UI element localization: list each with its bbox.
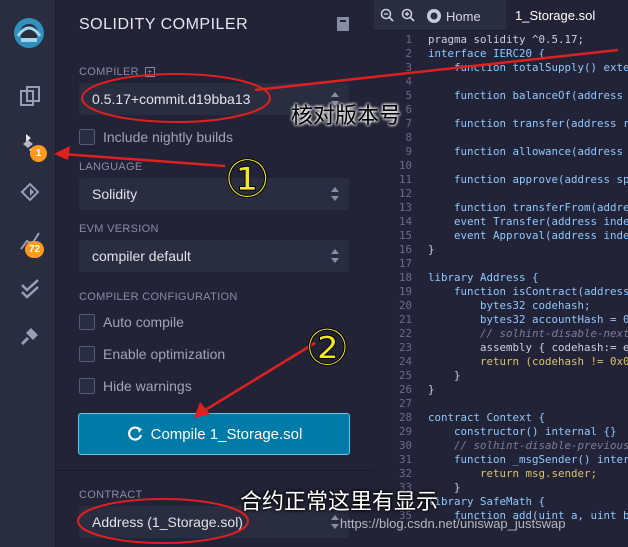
- remix-ide-window: 1 72 SOLIDITY COMPILER COMPILER + 0.5.17…: [0, 0, 628, 547]
- note-contract-shown: 合约正常这里有显示: [240, 490, 439, 515]
- compile-arrow: [201, 341, 316, 414]
- mark-1: ①: [224, 150, 271, 210]
- contract-highlight-ellipse: [77, 498, 249, 544]
- compiler-arrow: [61, 152, 226, 168]
- mark-2: ②: [305, 319, 350, 377]
- annotation-overlay: ① ②: [54, 48, 619, 544]
- compiler-arrow-head: [54, 146, 70, 160]
- note-check-version: 核对版本号: [291, 104, 402, 129]
- version-highlight-ellipse: [81, 73, 271, 123]
- watermark: https://blog.csdn.net/uniswap_justswap: [340, 516, 566, 531]
- version-arrow: [254, 48, 619, 92]
